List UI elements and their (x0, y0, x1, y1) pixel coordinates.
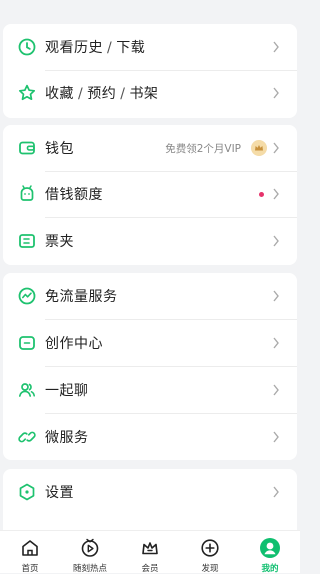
services-card: 免流量服务 创作中心 一起聊 微服务 (3, 273, 297, 460)
home-icon (19, 537, 41, 559)
creator-center-label: 创作中心 (45, 336, 103, 352)
settings-icon (17, 482, 37, 502)
loan-row[interactable]: 借钱额度 (3, 171, 297, 217)
chevron-right-icon (272, 41, 282, 53)
tab-label: 随刻热点 (72, 564, 107, 574)
loan-label: 借钱额度 (45, 187, 103, 203)
history-link[interactable]: 观看历史 (45, 40, 103, 56)
history-card: 观看历史 / 下载 收藏 / 预约 / 书架 (3, 24, 297, 118)
bookshelf-link[interactable]: 书架 (129, 86, 158, 102)
chat-label: 一起聊 (45, 383, 89, 399)
tab-hot[interactable]: 随刻热点 (60, 531, 120, 574)
tab-label: 首页 (21, 564, 39, 574)
separator: / (120, 86, 126, 102)
chat-row[interactable]: 一起聊 (3, 367, 297, 413)
crown-icon (139, 537, 161, 559)
notification-dot (259, 191, 264, 197)
free-traffic-label: 免流量服务 (45, 289, 118, 305)
clock-icon (17, 37, 37, 57)
plus-circle-icon (199, 537, 221, 559)
chevron-right-icon (272, 384, 282, 396)
free-traffic-row[interactable]: 免流量服务 (3, 273, 297, 319)
tab-discover[interactable]: 发现 (180, 531, 240, 574)
chevron-right-icon (272, 431, 282, 443)
play-circle-icon (79, 537, 101, 559)
bottom-tab-bar: 首页 随刻热点 会员 发现 我的 (0, 530, 300, 574)
settings-row[interactable]: 设置 (3, 469, 297, 515)
chevron-right-icon (272, 235, 282, 247)
tab-home[interactable]: 首页 (0, 531, 60, 574)
favorites-row[interactable]: 收藏 / 预约 / 书架 (3, 70, 297, 116)
chevron-right-icon (272, 337, 282, 349)
favorites-link[interactable]: 收藏 (45, 86, 74, 102)
tab-me[interactable]: 我的 (240, 531, 300, 574)
download-link[interactable]: 下载 (116, 40, 145, 56)
micro-service-icon (17, 427, 37, 447)
tab-label: 会员 (141, 564, 159, 574)
separator: / (78, 86, 84, 102)
ticket-icon (17, 231, 37, 251)
loan-icon (17, 184, 37, 204)
creator-icon (17, 333, 37, 353)
tab-label: 我的 (261, 564, 279, 574)
micro-service-label: 微服务 (45, 430, 89, 446)
vip-promo-text[interactable]: 免费领2个月VIP (165, 141, 241, 156)
history-download-row[interactable]: 观看历史 / 下载 (3, 24, 297, 70)
tab-label: 发现 (201, 564, 219, 574)
chevron-right-icon (272, 87, 282, 99)
ticket-label: 票夹 (45, 234, 74, 250)
settings-card: 设置 (3, 469, 297, 530)
profile-screen: { "menu_groups": [ [ {"parts": ["观看历史", … (0, 0, 300, 574)
ticket-row[interactable]: 票夹 (3, 218, 297, 264)
crown-icon (251, 140, 267, 156)
creator-center-row[interactable]: 创作中心 (3, 320, 297, 366)
separator: / (107, 40, 113, 56)
wallet-icon (17, 138, 37, 158)
settings-label: 设置 (45, 485, 74, 501)
chevron-right-icon (272, 188, 282, 200)
chevron-right-icon (272, 142, 282, 154)
user-avatar-icon (259, 537, 281, 559)
chevron-right-icon (272, 290, 282, 302)
star-icon (17, 83, 37, 103)
micro-service-row[interactable]: 微服务 (3, 414, 297, 460)
wallet-label: 钱包 (45, 141, 74, 157)
finance-card: 钱包 免费领2个月VIP 借钱额度 票夹 (3, 125, 297, 265)
chat-icon (17, 380, 37, 400)
traffic-icon (17, 286, 37, 306)
reservations-link[interactable]: 预约 (87, 86, 116, 102)
tab-vip[interactable]: 会员 (120, 531, 180, 574)
wallet-row[interactable]: 钱包 免费领2个月VIP (3, 125, 297, 171)
chevron-right-icon (272, 486, 282, 498)
